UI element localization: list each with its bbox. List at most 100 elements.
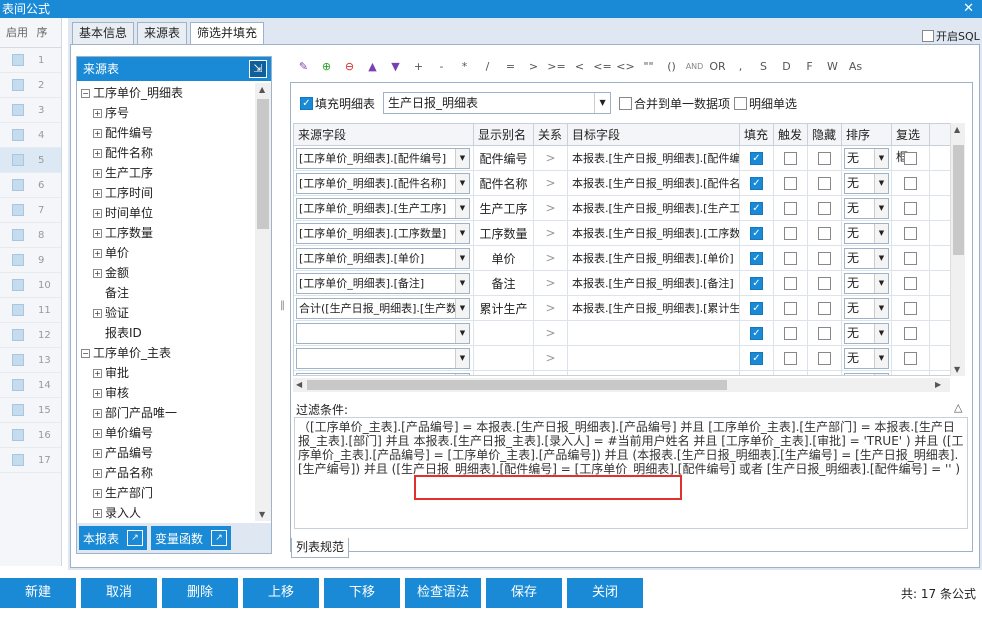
enabled-checkbox[interactable]	[12, 279, 24, 291]
expand-icon[interactable]: +	[93, 168, 102, 178]
operator-button[interactable]: -	[430, 60, 453, 73]
multi-select-checkbox[interactable]	[904, 201, 917, 215]
sort-select[interactable]: 无▼	[844, 247, 889, 269]
splitter-handle[interactable]: ‖	[280, 300, 285, 311]
fill-checkbox[interactable]: ✓	[750, 151, 763, 165]
report-button[interactable]: 本报表 ↗	[79, 526, 148, 550]
tree-node[interactable]: + 生产工序	[79, 163, 254, 183]
trigger-checkbox[interactable]	[784, 301, 797, 315]
operator-button[interactable]: As	[844, 60, 867, 73]
fill-detail-checkbox[interactable]: ✓	[300, 96, 313, 110]
add-row-icon[interactable]: ⊕	[315, 60, 338, 73]
enabled-checkbox[interactable]	[12, 229, 24, 241]
operator-button[interactable]: <>	[614, 60, 637, 73]
expand-icon[interactable]: +	[93, 468, 102, 478]
operator-button[interactable]: =	[499, 60, 522, 73]
trigger-checkbox[interactable]	[784, 276, 797, 290]
tree-node[interactable]: 备注	[79, 283, 254, 303]
alias-cell[interactable]: 配件名称	[474, 171, 534, 195]
operator-button[interactable]: ""	[637, 60, 660, 73]
enabled-checkbox[interactable]	[12, 454, 24, 466]
relation-cell[interactable]: >	[534, 221, 568, 245]
close-icon[interactable]: ✕	[963, 0, 974, 18]
enabled-checkbox[interactable]	[12, 329, 24, 341]
tree-node[interactable]: + 工序时间	[79, 183, 254, 203]
expand-icon[interactable]: +	[93, 488, 102, 498]
formula-row[interactable]: 15	[0, 398, 61, 423]
alias-cell[interactable]: 生产工序	[474, 196, 534, 220]
expand-icon[interactable]: +	[93, 128, 102, 138]
alias-cell[interactable]: 工序数量	[474, 221, 534, 245]
trigger-checkbox[interactable]	[784, 326, 797, 340]
grid-hscrollbar[interactable]: ◀ ▶	[293, 378, 950, 392]
formula-row[interactable]: 8	[0, 223, 61, 248]
enabled-checkbox[interactable]	[12, 154, 24, 166]
relation-cell[interactable]: >	[534, 171, 568, 195]
operator-button[interactable]: ()	[660, 60, 683, 73]
target-cell[interactable]	[568, 371, 740, 375]
target-cell[interactable]	[568, 346, 740, 370]
tree-node[interactable]: + 部门产品唯一	[79, 403, 254, 423]
target-table-select[interactable]: 生产日报_明细表 ▼	[383, 92, 612, 114]
formula-row[interactable]: 3	[0, 98, 61, 123]
formula-row[interactable]: 13	[0, 348, 61, 373]
hide-checkbox[interactable]	[818, 176, 831, 190]
relation-cell[interactable]: >	[534, 271, 568, 295]
formula-row[interactable]: 7	[0, 198, 61, 223]
sort-select[interactable]: 无▼	[844, 347, 889, 369]
multi-select-checkbox[interactable]	[904, 301, 917, 315]
operator-button[interactable]: >	[522, 60, 545, 73]
expand-icon[interactable]: +	[93, 368, 102, 378]
alias-cell[interactable]: 单价	[474, 246, 534, 270]
detail-single-checkbox[interactable]	[734, 96, 748, 110]
operator-button[interactable]: <=	[591, 60, 614, 73]
collapse-icon[interactable]: −	[81, 88, 90, 98]
sort-select[interactable]: 无▼	[844, 297, 889, 319]
move-up-icon[interactable]: ▲	[361, 60, 384, 73]
enabled-checkbox[interactable]	[12, 204, 24, 216]
tree-node[interactable]: + 序号	[79, 103, 254, 123]
expand-icon[interactable]: +	[93, 408, 102, 418]
tree-node[interactable]: 报表ID	[79, 323, 254, 343]
hide-checkbox[interactable]	[818, 326, 831, 340]
hide-checkbox[interactable]	[818, 301, 831, 315]
operator-button[interactable]: *	[453, 60, 476, 73]
tree-node[interactable]: + 工序数量	[79, 223, 254, 243]
move-down-button[interactable]: 下移	[324, 578, 400, 608]
expand-icon[interactable]: +	[93, 428, 102, 438]
tree-node[interactable]: − 工序单价_主表	[79, 343, 254, 363]
var-func-button[interactable]: 变量函数 ↗	[151, 526, 232, 550]
sort-select[interactable]: 无▼	[844, 372, 889, 375]
tree-scrollbar[interactable]: ▲ ▼	[255, 83, 271, 521]
relation-cell[interactable]: >	[534, 246, 568, 270]
sort-select[interactable]: 无▼	[844, 147, 889, 169]
formula-row[interactable]: 10	[0, 273, 61, 298]
formula-row[interactable]: 5	[0, 148, 61, 173]
trigger-checkbox[interactable]	[784, 151, 797, 165]
enabled-checkbox[interactable]	[12, 104, 24, 116]
operator-button[interactable]: OR	[706, 60, 729, 73]
expand-icon[interactable]: +	[93, 188, 102, 198]
multi-select-checkbox[interactable]	[904, 151, 917, 165]
grid-vscrollbar[interactable]: ▲ ▼	[950, 123, 965, 376]
enabled-checkbox[interactable]	[12, 129, 24, 141]
merge-checkbox[interactable]	[619, 96, 633, 110]
filter-condition-text[interactable]: （[工序单价_主表].[产品编号] = 本报表.[生产日报_明细表].[产品编号…	[294, 417, 968, 529]
target-cell[interactable]: 本报表.[生产日报_明细表].[工序数量]	[568, 221, 740, 245]
trigger-checkbox[interactable]	[784, 176, 797, 190]
expand-icon[interactable]: +	[93, 108, 102, 118]
tree-node[interactable]: + 时间单位	[79, 203, 254, 223]
relation-cell[interactable]: >	[534, 296, 568, 320]
tree-node[interactable]: + 单价编号	[79, 423, 254, 443]
scroll-right-icon[interactable]: ▶	[935, 380, 941, 389]
scroll-down-icon[interactable]: ▼	[259, 510, 265, 519]
expand-icon[interactable]: +	[93, 268, 102, 278]
tree-node[interactable]: + 录入人	[79, 503, 254, 523]
collapse-triangle-icon[interactable]: △	[954, 401, 962, 414]
delete-row-icon[interactable]: ⊖	[338, 60, 361, 73]
formula-row[interactable]: 11	[0, 298, 61, 323]
collapse-icon[interactable]: ⇲	[249, 60, 267, 78]
hide-checkbox[interactable]	[818, 226, 831, 240]
enabled-checkbox[interactable]	[12, 354, 24, 366]
scroll-up-icon[interactable]: ▲	[259, 85, 265, 94]
